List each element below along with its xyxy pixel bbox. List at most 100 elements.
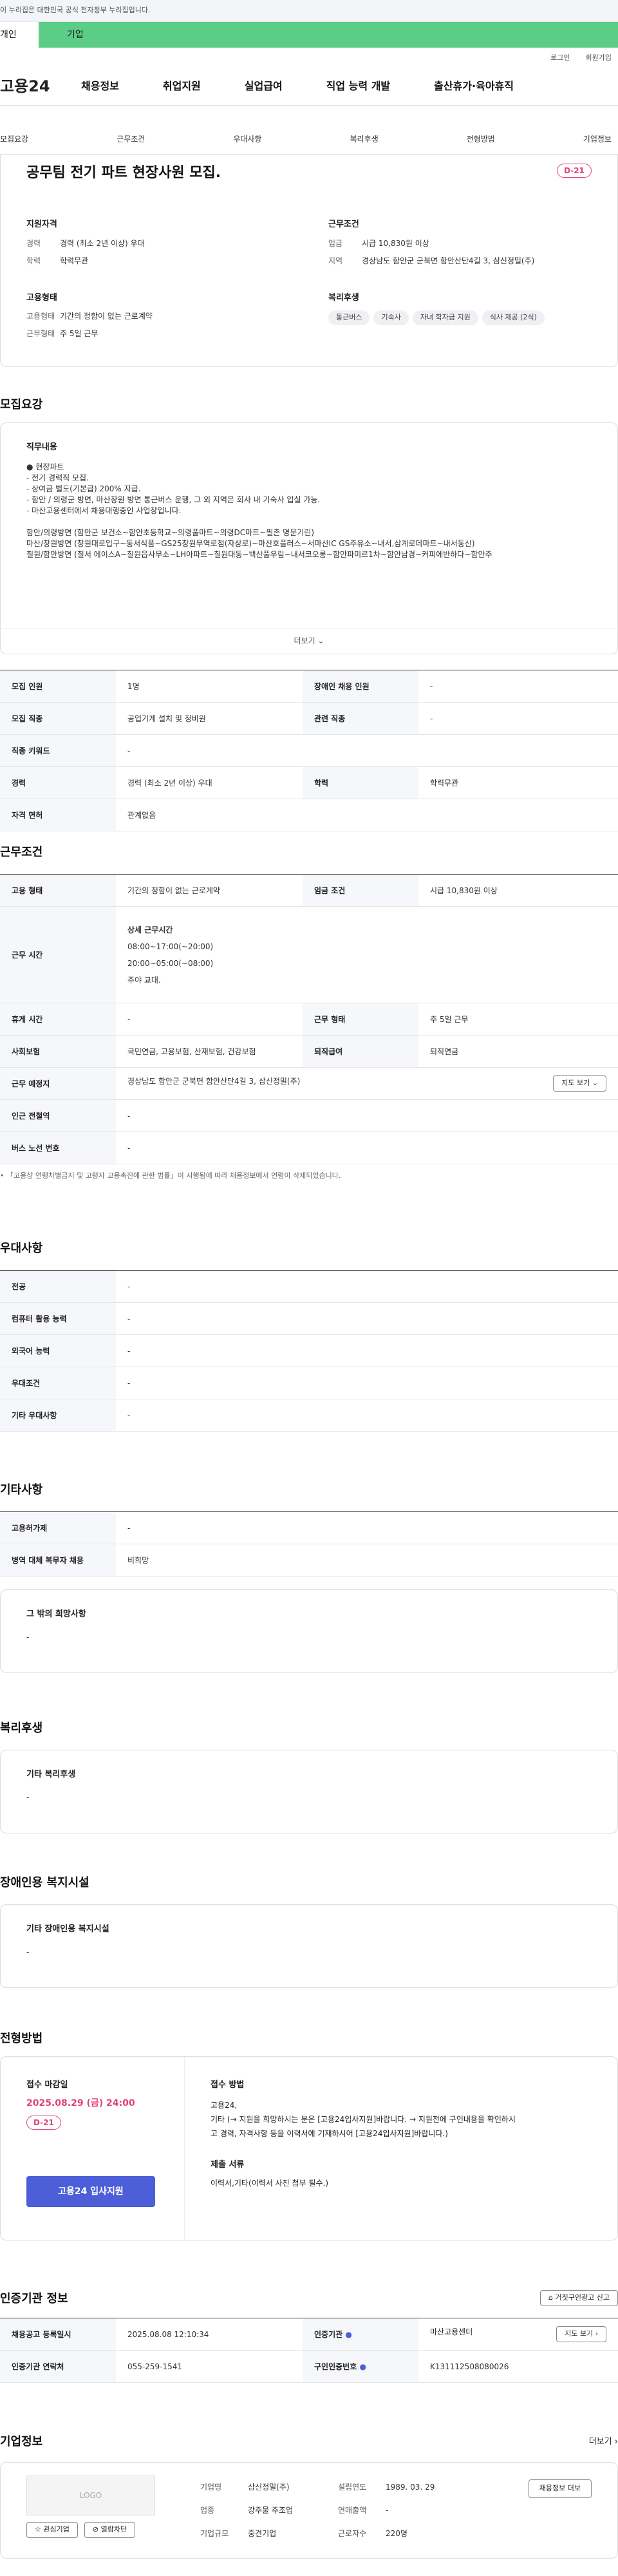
- favorite-label: 관심기업: [43, 2525, 70, 2533]
- anchor-welfare[interactable]: 복리후생: [350, 133, 378, 145]
- login-link[interactable]: 로그인: [550, 53, 570, 67]
- company-key: 연매출액: [338, 2506, 367, 2515]
- anchor-recruit[interactable]: 모집요강: [0, 133, 28, 145]
- join-link[interactable]: 회원가입: [586, 53, 612, 67]
- work-hours-line: 08:00~17:00(~20:00): [127, 942, 214, 951]
- section-disabled: 장애인용 복지시설 기타 장애인용 복지시설 -: [0, 1874, 618, 1988]
- cell-key: 기타 우대사항: [0, 1399, 116, 1432]
- tab-personal[interactable]: 개인: [0, 22, 39, 48]
- cell-value: 기간의 정함이 없는 근로계약: [116, 874, 303, 907]
- company-actions: ☆ 관심기업 ⊘ 열람차단: [26, 2522, 155, 2538]
- job-description-heading: 직무내용: [26, 442, 57, 452]
- report-button[interactable]: ⌂ 거짓구인광고 신고: [540, 2290, 618, 2306]
- more-button[interactable]: 더보기 ⌄: [1, 628, 617, 654]
- welfare-chip: 자녀 학자금 지원: [412, 310, 478, 325]
- summary-value: 학력무관: [60, 256, 89, 265]
- cell-key: 모집 직종: [0, 702, 116, 735]
- company-more-link[interactable]: 더보기 ›: [589, 2436, 618, 2448]
- description-line: - 전기 경력직 모집.: [26, 473, 89, 482]
- section-selection-title: 전형방법: [0, 2032, 43, 2045]
- welfare-chip: 식사 제공 (2식): [482, 310, 545, 325]
- table-row: 전공 -: [0, 1270, 618, 1303]
- summary-key: 임금: [328, 238, 343, 248]
- work-place-value: 경상남도 함안군 군북면 함안산단4길 3, 삼신정밀(주): [127, 1077, 301, 1086]
- cell-key: 고용 형태: [0, 874, 116, 907]
- company-logo-area: LOGO ☆ 관심기업 ⊘ 열람차단: [26, 2476, 155, 2538]
- anchor-work[interactable]: 근무조건: [117, 133, 145, 145]
- age-note: • 「고용상 연령차별금지 및 고령자 고용촉진에 관한 법률」이 시행됨에 따…: [0, 1171, 618, 1182]
- utility-links: 로그인 회원가입: [0, 48, 618, 67]
- home-icon: ⌂: [548, 2293, 554, 2302]
- info-icon[interactable]: ●: [359, 2362, 366, 2371]
- apply-button[interactable]: 고용24 입사지원: [26, 2175, 155, 2207]
- gnb-item-employment-support[interactable]: 취업지원: [163, 79, 201, 94]
- deadline-value: 2025.08.29 (금) 24:00: [26, 2098, 135, 2108]
- gnb-item-unemployment-benefit[interactable]: 실업급여: [245, 79, 283, 94]
- cell-key: 채용공고 등록일시: [0, 2318, 116, 2351]
- job-title: 공무팀 전기 파트 현장사원 모집.: [26, 165, 221, 181]
- description-line: 마산/창원방면 (창원대로입구~동서식품~GS25창원무역로점(자상로)~마산호…: [26, 538, 475, 548]
- site-tabs: 개인 기업: [0, 22, 618, 48]
- company-key: 기업명: [200, 2483, 222, 2492]
- job-list-button[interactable]: 채용정보 더보: [528, 2479, 592, 2498]
- cell-key: 근무 시간: [0, 906, 116, 1003]
- cell-key: 관련 직종: [303, 702, 418, 735]
- company-value: 삼신정밀(주): [248, 2483, 290, 2492]
- block-button[interactable]: ⊘ 열람차단: [84, 2522, 136, 2538]
- cell-key: 자격 면허: [0, 799, 116, 831]
- summary-row: 근무형태 주 5일 근무: [26, 328, 303, 339]
- etc-other-heading: 그 밖의 희망사항: [26, 1609, 86, 1619]
- summary-row: 고용형태 기간의 정함이 없는 근로계약: [26, 310, 303, 322]
- anchor-selection[interactable]: 전형방법: [467, 133, 495, 145]
- anchor-pref[interactable]: 우대사항: [233, 133, 261, 145]
- map-button[interactable]: 지도 보기 ›: [556, 2326, 606, 2342]
- tab-business[interactable]: 기업: [39, 22, 618, 48]
- section-recruit-title: 모집요강: [0, 398, 43, 412]
- gnb-item-parental-leave[interactable]: 출산휴가·육아휴직: [434, 79, 514, 94]
- section-cert: 인증기관 정보 ⌂ 거짓구인광고 신고 채용공고 등록일시 2025.08.08 …: [0, 2290, 618, 2383]
- cell-value: -: [116, 1334, 618, 1367]
- anchor-company[interactable]: 기업정보: [583, 133, 612, 145]
- cell-value: 055-259-1541: [116, 2350, 303, 2383]
- summary-value: 경상남도 함안군 군북면 함안산단4길 3, 삼신정밀(주): [362, 256, 535, 265]
- summary-key: 근무형태: [26, 329, 55, 338]
- table-row: 자격 면허 관계없음: [0, 799, 618, 831]
- cert-agency-value: 마산고용센터: [430, 2327, 473, 2337]
- cell-key: 임금 조건: [303, 874, 418, 907]
- info-icon[interactable]: ●: [345, 2330, 351, 2339]
- section-pref: 우대사항 전공 - 컴퓨터 활용 능력 - 외국어 능력 - 우대조건 - 기타 우대사…: [0, 1240, 618, 1432]
- favorite-button[interactable]: ☆ 관심기업: [26, 2522, 78, 2538]
- dday-badge: D-21: [26, 2115, 61, 2130]
- age-note-text: 「고용상 연령차별금지 및 고령자 고용촉진에 관한 법률」이 시행됨에 따라 …: [6, 1171, 341, 1180]
- site-logo[interactable]: 고용24: [0, 75, 81, 98]
- summary-qualification-heading: 지원자격: [26, 220, 57, 229]
- cell-key: 컴퓨터 활용 능력: [0, 1302, 116, 1335]
- cell-value: 시급 10,830원 이상: [418, 874, 618, 907]
- cell-key: 구인인증번호 ●: [303, 2350, 418, 2383]
- summary-welfare: 복리후생 통근버스 기숙사 자녀 학자금 지원 식사 제공 (2식): [328, 292, 604, 346]
- company-info-col: 기업명 삼신정밀(주) 업종 강주물 주조업 기업규모 중견기업: [200, 2476, 338, 2545]
- table-row: 휴게 시간 - 근무 형태 주 5일 근무: [0, 1003, 618, 1036]
- welfare-box-value: -: [26, 1792, 30, 1802]
- company-more-label: 더보기: [588, 2437, 612, 2447]
- gov-banner: 이 누리집은 대한민국 공식 전자정부 누리집입니다.: [0, 0, 618, 22]
- pref-table: 전공 - 컴퓨터 활용 능력 - 외국어 능력 - 우대조건 - 기타 우대사항 -: [0, 1270, 618, 1432]
- map-button[interactable]: 지도 보기 ⌄: [553, 1075, 606, 1092]
- cell-key: 모집 인원: [0, 670, 116, 703]
- dday-badge: D-21: [557, 164, 592, 178]
- gnb-item-jobs[interactable]: 채용정보: [81, 79, 119, 94]
- tab-personal-label: 개인: [0, 30, 17, 40]
- chevron-down-icon: ⌄: [592, 1079, 598, 1088]
- etc-other-value: -: [26, 1632, 30, 1642]
- company-logo: LOGO: [26, 2476, 155, 2515]
- cell-key: 외국어 능력: [0, 1334, 116, 1367]
- section-etc: 기타사항 고용허가제 - 병역 대체 복무자 채용 비희망 그 밖의 희망사항 -: [0, 1481, 618, 1673]
- block-icon: ⊘: [92, 2525, 99, 2533]
- section-work-title: 근무조건: [0, 846, 43, 859]
- gnb-item-training[interactable]: 직업 능력 개발: [326, 79, 390, 94]
- cell-value: 2025.08.08 12:10:34: [116, 2318, 303, 2351]
- work-table: 고용 형태 기간의 정함이 없는 근로계약 임금 조건 시급 10,830원 이상 근…: [0, 874, 618, 1164]
- more-label: 더보기: [294, 636, 315, 645]
- cell-key: 병역 대체 복무자 채용: [0, 1544, 116, 1577]
- chevron-right-icon: ›: [614, 2437, 618, 2447]
